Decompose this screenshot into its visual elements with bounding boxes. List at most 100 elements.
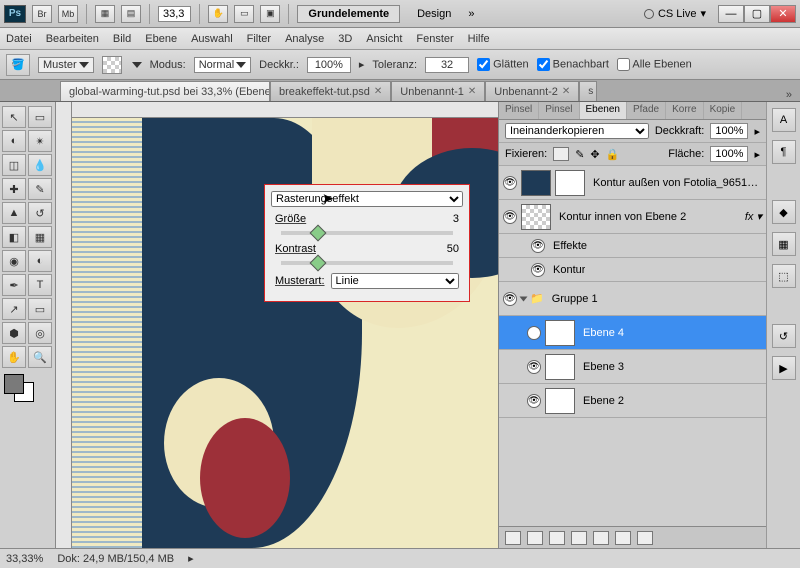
bucket-tool-icon[interactable]: 🪣 (6, 54, 30, 76)
muster-select[interactable]: Muster (43, 59, 77, 71)
eye-icon[interactable]: 👁 (527, 326, 541, 340)
eye-icon[interactable]: 👁 (503, 176, 517, 190)
groesse-value[interactable]: 3 (453, 213, 459, 225)
screen-mode-button[interactable]: ▣ (260, 5, 280, 23)
workspace-grundelemente[interactable]: Grundelemente (297, 5, 400, 23)
eye-icon[interactable]: 👁 (527, 360, 541, 374)
layer-style-icon[interactable] (527, 531, 543, 545)
eye-icon[interactable]: 👁 (527, 394, 541, 408)
tab-kopie[interactable]: Kopie (704, 102, 743, 119)
3d-tool[interactable]: ⬢ (2, 322, 26, 344)
fx-badge[interactable]: fx ▾ (745, 210, 762, 223)
view-guides-button[interactable]: ▤ (121, 5, 141, 23)
crop-tool[interactable]: ◫ (2, 154, 26, 176)
chevron-right-icon[interactable]: ▸ (359, 58, 365, 71)
layer-row[interactable]: 👁 Kontur innen von Ebene 2 fx ▾ (499, 200, 766, 234)
menu-ebene[interactable]: Ebene (145, 33, 177, 45)
color-swatches[interactable] (2, 374, 53, 404)
pattern-swatch[interactable] (102, 56, 122, 74)
layer-row[interactable]: 👁 Ebene 2 (499, 384, 766, 418)
menu-ansicht[interactable]: Ansicht (366, 33, 402, 45)
adjustment-layer-icon[interactable] (571, 531, 587, 545)
layer-opacity-field[interactable]: 100% (710, 123, 748, 139)
toleranz-field[interactable]: 32 (425, 57, 469, 73)
menu-filter[interactable]: Filter (247, 33, 271, 45)
fill-opacity-field[interactable]: 100% (710, 146, 748, 162)
eye-icon[interactable]: 👁 (531, 263, 545, 277)
status-dok[interactable]: Dok: 24,9 MB/150,4 MB (57, 553, 174, 565)
new-group-icon[interactable] (593, 531, 609, 545)
chevron-right-icon[interactable]: ▸ (754, 125, 760, 138)
status-zoom[interactable]: 33,33% (6, 553, 43, 565)
chevron-right-icon[interactable]: ▸ (754, 148, 760, 161)
close-icon[interactable]: ✕ (562, 86, 570, 97)
deckkraft-field[interactable]: 100% (307, 57, 351, 73)
history-brush-tool[interactable]: ↺ (28, 202, 52, 224)
canvas[interactable] (72, 118, 498, 548)
minimize-button[interactable]: — (718, 5, 744, 23)
groesse-slider[interactable] (281, 231, 453, 235)
doc-tab[interactable]: Unbenannt-2✕ (485, 81, 579, 101)
stamp-tool[interactable]: ▲ (2, 202, 26, 224)
menu-datei[interactable]: Datei (6, 33, 32, 45)
modus-select[interactable]: Normal (199, 59, 234, 71)
bridge-button[interactable]: Br (32, 5, 52, 23)
tab-korrekturen[interactable]: Korre (666, 102, 703, 119)
tab-pinsel[interactable]: Pinsel (499, 102, 539, 119)
lock-transparency-icon[interactable] (553, 147, 569, 161)
tab-pinsel2[interactable]: Pinsel (539, 102, 579, 119)
eraser-tool[interactable]: ◧ (2, 226, 26, 248)
layer-row[interactable]: 👁 Kontur außen von Fotolia_9651… (499, 166, 766, 200)
hand-tool[interactable]: ✋ (2, 346, 26, 368)
lasso-tool[interactable]: ◐ (2, 130, 26, 152)
type-panel-icon[interactable]: A (772, 108, 796, 132)
tab-ebenen[interactable]: Ebenen (580, 102, 627, 119)
lock-brush-icon[interactable]: ✎ (575, 148, 584, 161)
eye-icon[interactable]: 👁 (503, 210, 517, 224)
layer-mask-icon[interactable] (549, 531, 565, 545)
shape-tool[interactable]: ▭ (28, 298, 52, 320)
doc-tab[interactable]: breakeffekt-tut.psd✕ (270, 81, 391, 101)
close-icon[interactable]: ✕ (468, 86, 476, 97)
layer-group-row[interactable]: 👁 📁 Gruppe 1 (499, 282, 766, 316)
disclosure-triangle-icon[interactable] (520, 296, 528, 301)
benachbart-checkbox[interactable]: Benachbart (537, 58, 609, 71)
doc-tab[interactable]: Unbenannt-1✕ (391, 81, 485, 101)
musterart-select[interactable]: Linie (331, 273, 459, 289)
menu-hilfe[interactable]: Hilfe (468, 33, 490, 45)
actions-panel-icon[interactable]: ▶ (772, 356, 796, 380)
menu-bearbeiten[interactable]: Bearbeiten (46, 33, 99, 45)
menu-auswahl[interactable]: Auswahl (191, 33, 233, 45)
eye-icon[interactable]: 👁 (531, 239, 545, 253)
wand-tool[interactable]: ✴ (28, 130, 52, 152)
close-button[interactable]: ✕ (770, 5, 796, 23)
hand-tool-button[interactable]: ✋ (208, 5, 228, 23)
styles-panel-icon[interactable]: ⬚ (772, 264, 796, 288)
path-select-tool[interactable]: ↗ (2, 298, 26, 320)
workspace-more-icon[interactable]: » (468, 8, 474, 20)
blur-tool[interactable]: ◉ (2, 250, 26, 272)
minibridge-button[interactable]: Mb (58, 5, 78, 23)
marquee-tool[interactable]: ▭ (28, 106, 52, 128)
gradient-tool[interactable]: ▦ (28, 226, 52, 248)
3d-camera-tool[interactable]: ◎ (28, 322, 52, 344)
color-panel-icon[interactable]: ◆ (772, 200, 796, 224)
tab-pfade[interactable]: Pfade (627, 102, 666, 119)
swatches-panel-icon[interactable]: ▦ (772, 232, 796, 256)
effect-select[interactable]: Rasterungseffekt (271, 191, 463, 207)
cslive-button[interactable]: CS Live (658, 8, 697, 20)
type-tool[interactable]: T (28, 274, 52, 296)
link-layers-icon[interactable] (505, 531, 521, 545)
menu-bild[interactable]: Bild (113, 33, 131, 45)
eyedropper-tool[interactable]: 💧 (28, 154, 52, 176)
history-panel-icon[interactable]: ↺ (772, 324, 796, 348)
kontrast-slider[interactable] (281, 261, 453, 265)
close-icon[interactable]: ✕ (374, 86, 382, 97)
dodge-tool[interactable]: ◐ (28, 250, 52, 272)
pen-tool[interactable]: ✒ (2, 274, 26, 296)
menu-3d[interactable]: 3D (338, 33, 352, 45)
layer-row[interactable]: 👁 Ebene 3 (499, 350, 766, 384)
blend-mode-select[interactable]: Ineinanderkopieren (505, 123, 649, 139)
alle-ebenen-checkbox[interactable]: Alle Ebenen (617, 58, 692, 71)
layer-effect-row[interactable]: 👁 Kontur (499, 258, 766, 282)
